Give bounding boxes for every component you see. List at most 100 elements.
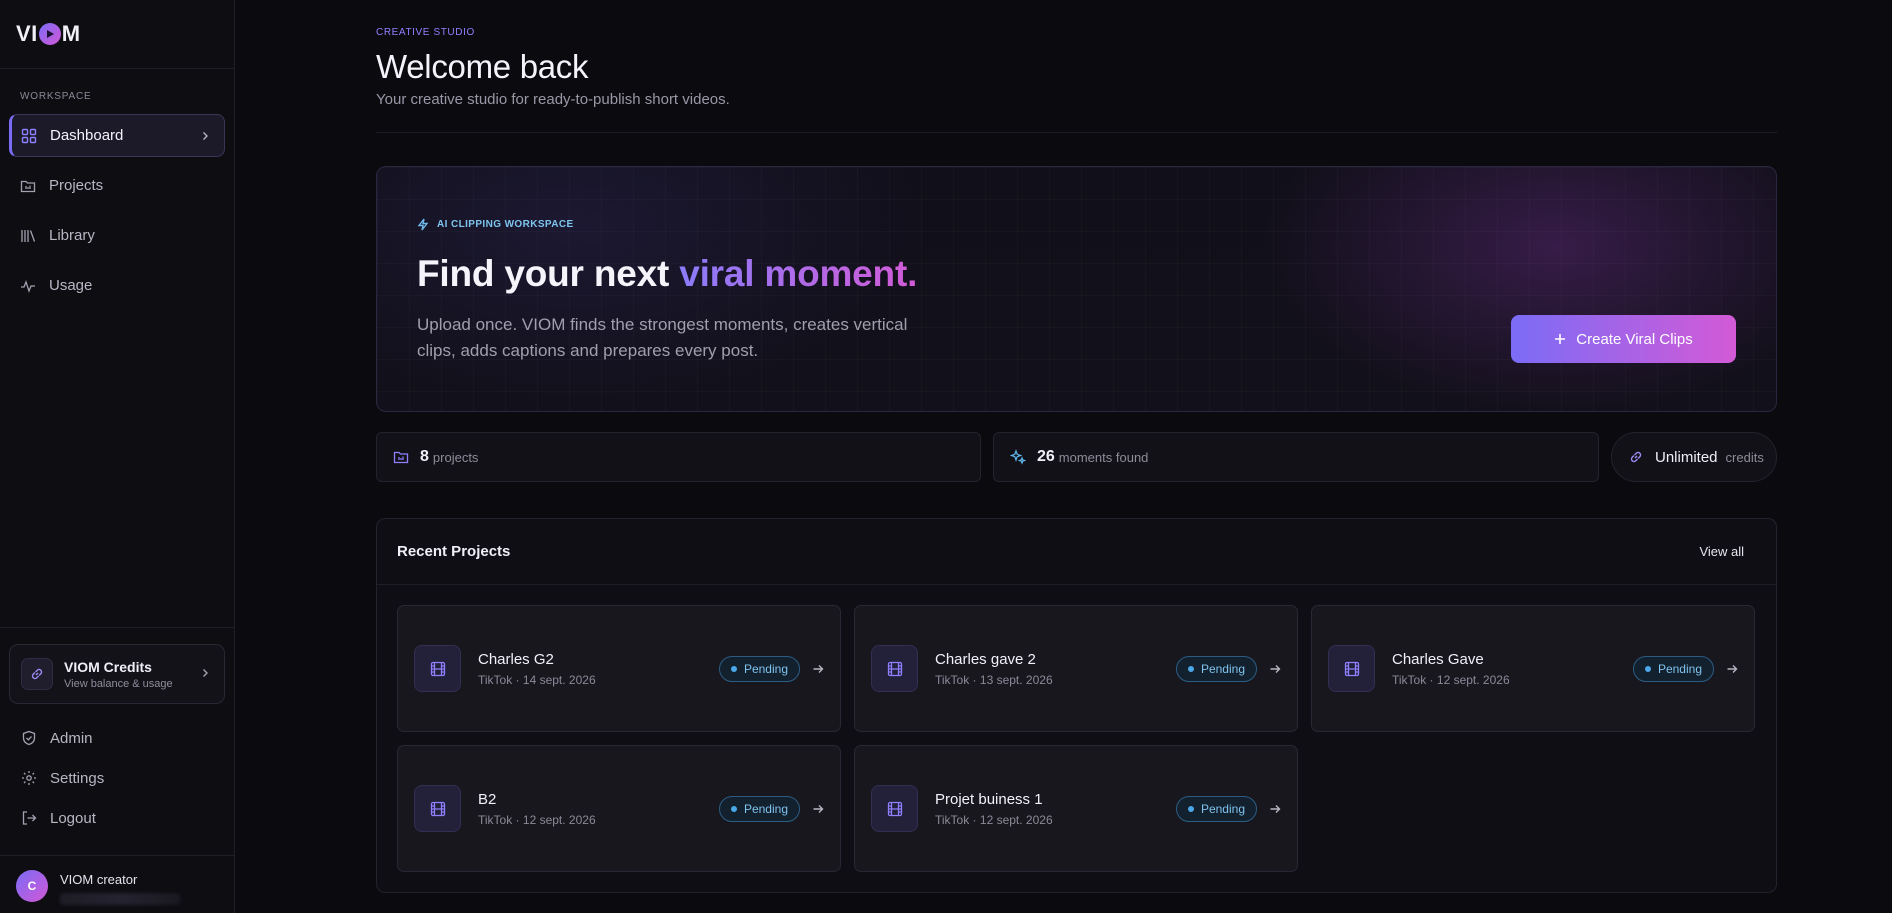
sidebar-item-label: Usage	[49, 277, 93, 294]
hero-headline-accent: viral moment.	[679, 253, 918, 294]
status-dot-icon	[730, 805, 737, 812]
status-badge: Pending	[718, 795, 800, 822]
status-label: Pending	[743, 801, 788, 816]
hero-tag: AI CLIPPING WORKSPACE	[417, 218, 574, 231]
folder-icon	[20, 178, 36, 194]
viom-logo[interactable]: VI M	[0, 0, 234, 69]
status-label: Pending	[743, 661, 788, 676]
gear-icon	[21, 770, 37, 786]
project-name: Charles Gave	[1392, 650, 1484, 668]
stat-moments-value: 26	[1037, 448, 1055, 465]
sidebar: VI M WORKSPACE Dashboard Projects Librar…	[0, 0, 235, 913]
project-card[interactable]: Charles Gave TikTok · 12 sept. 2026 Pend…	[1311, 605, 1755, 732]
stat-credits: Unlimited credits	[1611, 432, 1777, 482]
arrow-right-icon[interactable]	[812, 803, 824, 815]
recent-projects-panel: Recent Projects View all Charles G2 TikT…	[376, 518, 1777, 893]
project-meta: TikTok · 12 sept. 2026	[935, 812, 1053, 827]
sidebar-item-logout[interactable]: Logout	[9, 798, 225, 838]
workspace-section-label: WORKSPACE	[20, 91, 92, 102]
project-name: Projet buiness 1	[935, 790, 1043, 808]
page-title: Welcome back	[376, 48, 589, 85]
status-label: Pending	[1200, 661, 1245, 676]
folder-icon	[393, 449, 409, 465]
film-icon	[414, 785, 461, 832]
project-card[interactable]: Charles G2 TikTok · 14 sept. 2026 Pendin…	[397, 605, 841, 732]
project-name: Charles gave 2	[935, 650, 1036, 668]
page-subtitle: Your creative studio for ready-to-publis…	[376, 91, 730, 108]
sidebar-item-label: Dashboard	[50, 127, 124, 144]
status-label: Pending	[1657, 661, 1702, 676]
sidebar-item-label: Admin	[50, 729, 93, 747]
sidebar-item-admin[interactable]: Admin	[9, 718, 225, 758]
page-eyebrow: CREATIVE STUDIO	[376, 27, 475, 38]
credits-title: VIOM Credits	[64, 658, 152, 675]
recent-projects-title: Recent Projects	[397, 543, 511, 560]
hero-banner: AI CLIPPING WORKSPACE Find your next vir…	[376, 166, 1777, 412]
create-viral-clips-button[interactable]: Create Viral Clips	[1511, 315, 1736, 363]
project-cards-grid: Charles G2 TikTok · 14 sept. 2026 Pendin…	[397, 605, 1758, 872]
stat-projects: 8 projects	[376, 432, 981, 482]
sidebar-item-label: Logout	[50, 809, 96, 827]
sidebar-item-label: Projects	[49, 177, 104, 194]
status-badge: Pending	[1175, 795, 1257, 822]
film-icon	[871, 785, 918, 832]
sidebar-item-usage[interactable]: Usage	[9, 264, 225, 307]
logo-text-left: VI	[16, 21, 38, 46]
hero-headline: Find your next viral moment.	[417, 253, 917, 295]
project-card[interactable]: Projet buiness 1 TikTok · 12 sept. 2026 …	[854, 745, 1298, 872]
stat-moments-label: moments found	[1058, 449, 1149, 465]
film-icon	[414, 645, 461, 692]
project-card[interactable]: Charles gave 2 TikTok · 13 sept. 2026 Pe…	[854, 605, 1298, 732]
avatar: C	[16, 870, 48, 902]
arrow-right-icon[interactable]	[1726, 663, 1738, 675]
arrow-right-icon[interactable]	[1269, 663, 1281, 675]
sidebar-nav: Dashboard Projects Library Usage	[0, 114, 234, 314]
sidebar-item-dashboard[interactable]: Dashboard	[9, 114, 225, 157]
arrow-right-icon[interactable]	[1269, 803, 1281, 815]
project-meta: TikTok · 12 sept. 2026	[1392, 672, 1510, 687]
stat-moments: 26 moments found	[993, 432, 1599, 482]
recent-projects-header: Recent Projects View all	[377, 519, 1776, 585]
cta-label: Create Viral Clips	[1576, 330, 1693, 348]
status-dot-icon	[1187, 805, 1194, 812]
stat-credits-label: credits	[1725, 449, 1764, 465]
stat-projects-value: 8	[420, 448, 429, 465]
user-email-redacted	[60, 893, 180, 905]
app-root: VI M WORKSPACE Dashboard Projects Librar…	[0, 0, 1892, 913]
status-dot-icon	[730, 665, 737, 672]
status-label: Pending	[1200, 801, 1245, 816]
activity-icon	[20, 278, 36, 294]
project-meta: TikTok · 13 sept. 2026	[935, 672, 1053, 687]
stat-projects-label: projects	[432, 449, 479, 465]
status-dot-icon	[1187, 665, 1194, 672]
shield-icon	[21, 730, 37, 746]
logo-text-right: M	[61, 21, 81, 46]
project-meta: TikTok · 14 sept. 2026	[478, 672, 596, 687]
sidebar-item-label: Library	[49, 227, 95, 244]
link-icon	[21, 658, 53, 690]
hero-tag-label: AI CLIPPING WORKSPACE	[437, 219, 574, 230]
status-badge: Pending	[718, 655, 800, 682]
user-profile[interactable]: C VIOM creator	[0, 855, 234, 913]
header-divider	[376, 132, 1777, 133]
sparkle-icon	[1010, 449, 1026, 465]
arrow-right-icon[interactable]	[812, 663, 824, 675]
project-name: B2	[478, 790, 497, 808]
project-card[interactable]: B2 TikTok · 12 sept. 2026 Pending	[397, 745, 841, 872]
viom-credits-card[interactable]: VIOM Credits View balance & usage	[9, 644, 225, 704]
film-icon	[871, 645, 918, 692]
sidebar-item-library[interactable]: Library	[9, 214, 225, 257]
sidebar-item-projects[interactable]: Projects	[9, 164, 225, 207]
sidebar-secondary-links: Admin Settings Logout	[9, 704, 225, 838]
view-all-link[interactable]: View all	[1699, 544, 1744, 559]
link-icon	[1628, 449, 1644, 465]
stat-credits-value: Unlimited	[1655, 448, 1718, 466]
sidebar-item-settings[interactable]: Settings	[9, 758, 225, 798]
logout-icon	[21, 810, 37, 826]
hero-headline-plain: Find your next	[417, 253, 680, 294]
project-name: Charles G2	[478, 650, 554, 668]
sidebar-bottom: VIOM Credits View balance & usage Admin	[0, 627, 234, 838]
chevron-right-icon	[200, 665, 210, 683]
sidebar-item-label: Settings	[50, 769, 105, 787]
plus-icon	[1554, 333, 1566, 345]
